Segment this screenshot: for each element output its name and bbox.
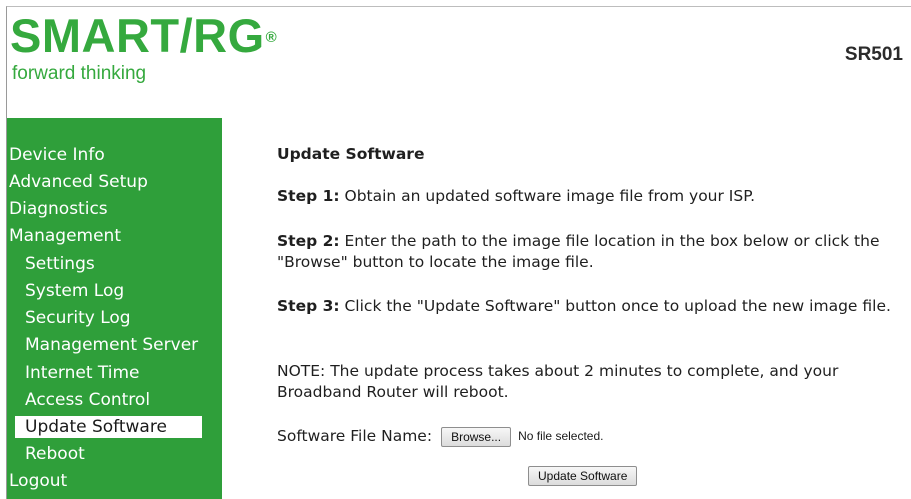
step-1-label: Step 1: [277, 187, 340, 205]
sidebar-item-settings[interactable]: Settings [25, 254, 95, 274]
step-3-instruction: Step 3: Click the "Update Software" butt… [277, 296, 907, 317]
sidebar-item-device-info[interactable]: Device Info [9, 145, 105, 165]
step-2-text: Enter the path to the image file locatio… [277, 232, 880, 271]
sidebar-item-management-server[interactable]: Management Server [25, 335, 198, 355]
sidebar-item-reboot[interactable]: Reboot [25, 444, 85, 464]
step-2-label: Step 2: [277, 232, 340, 250]
sidebar-item-internet-time[interactable]: Internet Time [25, 363, 140, 383]
logo-tagline: forward thinking [12, 63, 147, 84]
page-title: Update Software [277, 145, 425, 163]
sidebar-item-diagnostics[interactable]: Diagnostics [9, 199, 108, 219]
registered-mark: ® [265, 29, 278, 46]
file-selection-status: No file selected. [518, 429, 604, 443]
sidebar-item-management[interactable]: Management [9, 226, 121, 246]
file-name-label: Software File Name: [277, 427, 433, 445]
sidebar-item-logout[interactable]: Logout [9, 471, 67, 491]
step-1-instruction: Step 1: Obtain an updated software image… [277, 186, 907, 207]
sidebar-item-security-log[interactable]: Security Log [25, 308, 131, 328]
step-3-label: Step 3: [277, 297, 340, 315]
step-1-text: Obtain an updated software image file fr… [339, 187, 756, 205]
sidebar-item-advanced-setup[interactable]: Advanced Setup [9, 172, 148, 192]
update-software-button[interactable]: Update Software [528, 466, 638, 486]
logo-wordmark: SMART/RG® [10, 12, 277, 59]
logo-text: SMART/RG [10, 9, 265, 62]
smartrg-logo: SMART/RG® forward thinking [10, 12, 277, 85]
sidebar-item-update-software[interactable]: Update Software [15, 416, 202, 438]
browse-button[interactable]: Browse... [441, 426, 512, 447]
device-model: SR501 [844, 44, 903, 65]
update-note: NOTE: The update process takes about 2 m… [277, 362, 839, 401]
step-3-text: Click the "Update Software" button once … [339, 297, 891, 315]
step-2-instruction: Step 2: Enter the path to the image file… [277, 231, 907, 273]
sidebar-item-access-control[interactable]: Access Control [25, 390, 150, 410]
file-chooser-row: Software File Name: Browse... No file se… [277, 426, 603, 447]
sidebar-item-system-log[interactable]: System Log [25, 281, 124, 301]
sidebar-nav: Device Info Advanced Setup Diagnostics M… [7, 118, 222, 499]
